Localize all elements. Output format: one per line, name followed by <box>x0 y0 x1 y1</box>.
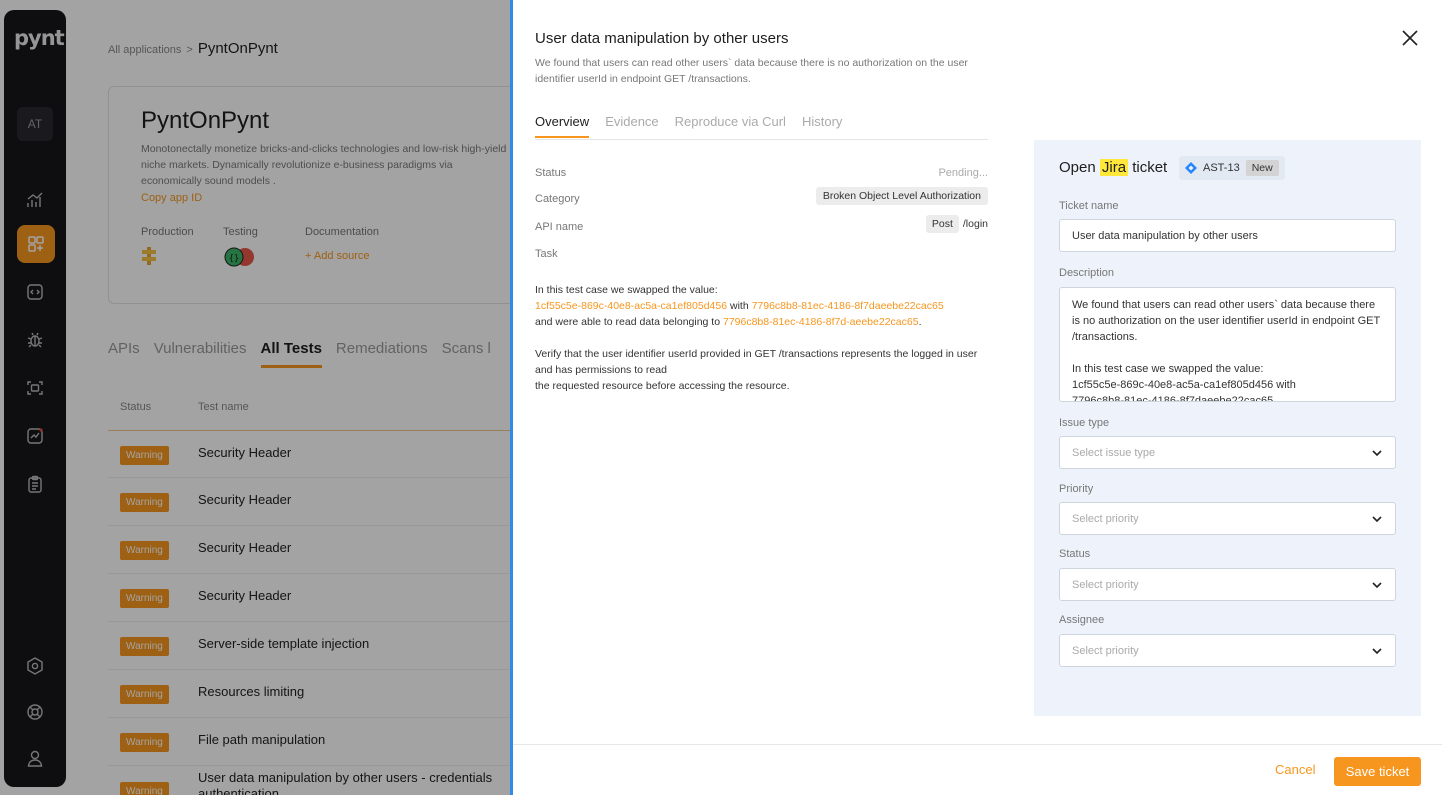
drawer-tabs: Overview Evidence Reproduce via Curl Histor… <box>535 114 988 140</box>
chevron-down-icon <box>1372 515 1382 522</box>
task-label: Task <box>535 248 558 260</box>
verify-text-2: the requested resource before accessing … <box>535 380 790 392</box>
api-name-row: API name Post/login <box>535 215 988 238</box>
description-textarea[interactable]: We found that users can read other users… <box>1059 287 1396 402</box>
close-icon <box>1402 30 1418 46</box>
chevron-down-icon <box>1372 647 1382 654</box>
category-badge: Broken Object Level Authorization <box>815 187 988 205</box>
status-label: Status <box>535 167 567 179</box>
ticket-state-badge: New <box>1245 160 1279 176</box>
jira-ticket-chip[interactable]: AST-13 New <box>1179 156 1285 180</box>
app-root: pynt AT All applications > PyntOnPynt Py… <box>0 0 1442 795</box>
jira-word: Jira <box>1099 159 1129 176</box>
issue-type-placeholder: Select issue type <box>1072 446 1156 459</box>
chevron-down-icon <box>1372 449 1382 456</box>
tab-reproduce-via-curl[interactable]: Reproduce via Curl <box>675 114 786 136</box>
category-label: Category <box>535 193 580 205</box>
priority-select[interactable]: Select priority <box>1059 502 1396 535</box>
period: . <box>918 316 922 328</box>
task-row: Task <box>535 245 988 265</box>
close-button[interactable] <box>1399 27 1421 49</box>
modal-backdrop[interactable] <box>0 0 512 795</box>
cancel-button[interactable]: Cancel <box>1275 762 1315 777</box>
tab-evidence[interactable]: Evidence <box>605 114 658 136</box>
api-path: /login <box>962 218 988 230</box>
assignee-label: Assignee <box>1059 614 1105 626</box>
description-label: Description <box>1059 267 1115 279</box>
verify-text: Verify that the user identifier userId p… <box>535 348 978 376</box>
status-select[interactable]: Select priority <box>1059 568 1396 601</box>
jira-panel-title: Open Jira ticket <box>1059 159 1167 176</box>
status-value: Pending... <box>938 167 988 179</box>
status-placeholder: Select priority <box>1072 578 1139 591</box>
drawer-subtitle: We found that users can read other users… <box>535 57 968 85</box>
description-text: We found that users can read other users… <box>1072 299 1380 402</box>
issue-type-label: Issue type <box>1059 417 1110 429</box>
save-ticket-button[interactable]: Save ticket <box>1334 757 1421 786</box>
swap-intro: In this test case we swapped the value: <box>535 284 718 296</box>
swapped-value-to: 7796c8b8-81ec-4186-8f7daeebe22cac65 <box>751 300 944 312</box>
title-suffix: ticket <box>1128 159 1168 176</box>
jira-diamond-icon <box>1185 162 1197 174</box>
category-row: Category Broken Object Level Authorizati… <box>535 187 988 210</box>
priority-placeholder: Select priority <box>1072 512 1139 525</box>
with-word: with <box>727 300 752 312</box>
status-row: Status Pending... <box>535 164 988 184</box>
status-field-label: Status <box>1059 548 1091 560</box>
issue-drawer: User data manipulation by other users We… <box>513 0 1442 795</box>
tab-history[interactable]: History <box>802 114 842 136</box>
ticket-name-label: Ticket name <box>1059 200 1119 212</box>
read-text: and were able to read data belonging to <box>535 316 723 328</box>
issue-type-select[interactable]: Select issue type <box>1059 436 1396 469</box>
overview-description: In this test case we swapped the value: … <box>535 282 995 410</box>
assignee-placeholder: Select priority <box>1072 644 1139 657</box>
drawer-title: User data manipulation by other users <box>535 30 789 47</box>
title-prefix: Open <box>1059 159 1100 176</box>
ticket-id: AST-13 <box>1203 162 1240 174</box>
assignee-select[interactable]: Select priority <box>1059 634 1396 667</box>
ticket-name-input[interactable]: User data manipulation by other users <box>1059 219 1396 252</box>
priority-label: Priority <box>1059 483 1094 495</box>
drawer-footer: Cancel Save ticket <box>513 744 1442 795</box>
read-value: 7796c8b8-81ec-4186-8f7d-aeebe22cac65 <box>722 316 919 328</box>
jira-ticket-panel: Open Jira ticket AST-13 New Ticket name … <box>1034 140 1421 716</box>
api-name-label: API name <box>535 221 584 233</box>
api-method-badge: Post <box>925 215 959 233</box>
swapped-value-from: 1cf55c5e-869c-40e8-ac5a-ca1ef805d456 <box>535 300 728 312</box>
tab-overview[interactable]: Overview <box>535 114 590 138</box>
chevron-down-icon <box>1372 581 1382 588</box>
